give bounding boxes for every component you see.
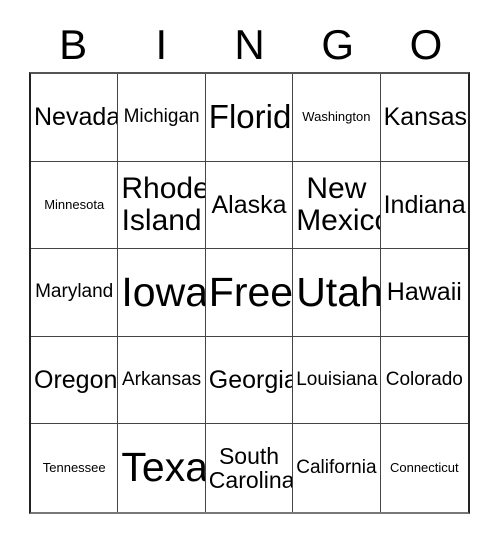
bingo-cell-label: Kansas	[383, 103, 467, 132]
bingo-header-letter-b: B	[59, 21, 88, 68]
bingo-cell-label: Georgia	[208, 365, 294, 394]
bingo-cell[interactable]: Arkansas	[118, 336, 206, 425]
bingo-card: B I N G O NevadaMichigan Florida Washingto…	[0, 0, 500, 544]
bingo-grid: NevadaMichigan Florida Washington Kansas Min…	[29, 72, 470, 514]
bingo-cell[interactable]: Utah	[293, 249, 381, 337]
bingo-cell[interactable]: Washington	[293, 74, 381, 162]
bingo-cell[interactable]: Tennessee	[31, 424, 119, 512]
bingo-cell[interactable]: California	[293, 424, 381, 512]
bingo-cell[interactable]: Louisiana	[293, 336, 381, 425]
bingo-cell[interactable]: Kansas	[380, 74, 468, 162]
bingo-header-letter-g: G	[321, 21, 355, 68]
bingo-cell-label: Rhode Island	[121, 172, 206, 237]
bingo-cell-label: Michigan	[123, 106, 200, 128]
bingo-cell[interactable]: Michigan	[118, 74, 206, 162]
bingo-header-letter-n: N	[234, 21, 265, 68]
bingo-cell-label: Arkansas	[121, 369, 202, 391]
bingo-cell[interactable]: Florida	[205, 74, 294, 162]
bingo-cell-label: Minnesota	[44, 197, 105, 212]
bingo-cell-label: Indiana	[383, 190, 466, 219]
bingo-header-row: B I N G O	[29, 18, 470, 72]
bingo-cell-label: Colorado	[385, 369, 463, 391]
bingo-header-letter-i: I	[155, 21, 168, 68]
bingo-cell-label: Texas	[121, 444, 206, 491]
bingo-cell-free[interactable]: Free!	[205, 249, 294, 337]
bingo-cell-label: Nevada	[34, 103, 119, 132]
bingo-cell[interactable]: Connecticut	[380, 424, 468, 512]
bingo-cell[interactable]: Georgia	[205, 336, 294, 425]
bingo-cell[interactable]: Oregon	[31, 336, 119, 425]
bingo-cell[interactable]: Alaska	[205, 161, 294, 250]
bingo-header-letter-o: O	[409, 21, 443, 68]
bingo-cell-label: Maryland	[35, 281, 114, 303]
bingo-cell[interactable]: South Carolina	[205, 424, 294, 512]
bingo-cell[interactable]: Minnesota	[31, 161, 119, 250]
bingo-cell-label: Utah	[296, 268, 381, 315]
bingo-cell-label: Tennessee	[42, 460, 106, 476]
bingo-cell-label: Connecticut	[389, 460, 459, 476]
bingo-cell[interactable]: Iowa	[118, 249, 206, 337]
bingo-cell-label: Oregon	[34, 365, 118, 394]
bingo-cell-label: Florida	[208, 97, 292, 135]
bingo-cell-label: New Mexico	[296, 172, 379, 237]
bingo-cell[interactable]: Colorado	[380, 336, 468, 425]
bingo-cell[interactable]: Indiana	[380, 161, 468, 250]
bingo-cell-label: Alaska	[211, 190, 287, 219]
bingo-cell[interactable]: Maryland	[31, 249, 119, 337]
bingo-cell-label: Hawaii	[386, 278, 462, 307]
bingo-cell-label: Washington	[302, 109, 371, 125]
bingo-cell[interactable]: Rhode Island	[118, 161, 206, 250]
bingo-cell[interactable]: New Mexico	[293, 161, 381, 250]
bingo-cell-label: South Carolina	[208, 442, 294, 494]
bingo-cell[interactable]: Texas	[118, 424, 206, 512]
bingo-cell[interactable]: Hawaii	[380, 249, 468, 337]
bingo-cell-label: California	[296, 457, 377, 479]
bingo-cell[interactable]: Nevada	[31, 74, 119, 162]
bingo-cell-label: Iowa	[121, 268, 206, 315]
bingo-cell-label: Louisiana	[296, 369, 378, 391]
bingo-cell-label: Free!	[208, 268, 294, 315]
